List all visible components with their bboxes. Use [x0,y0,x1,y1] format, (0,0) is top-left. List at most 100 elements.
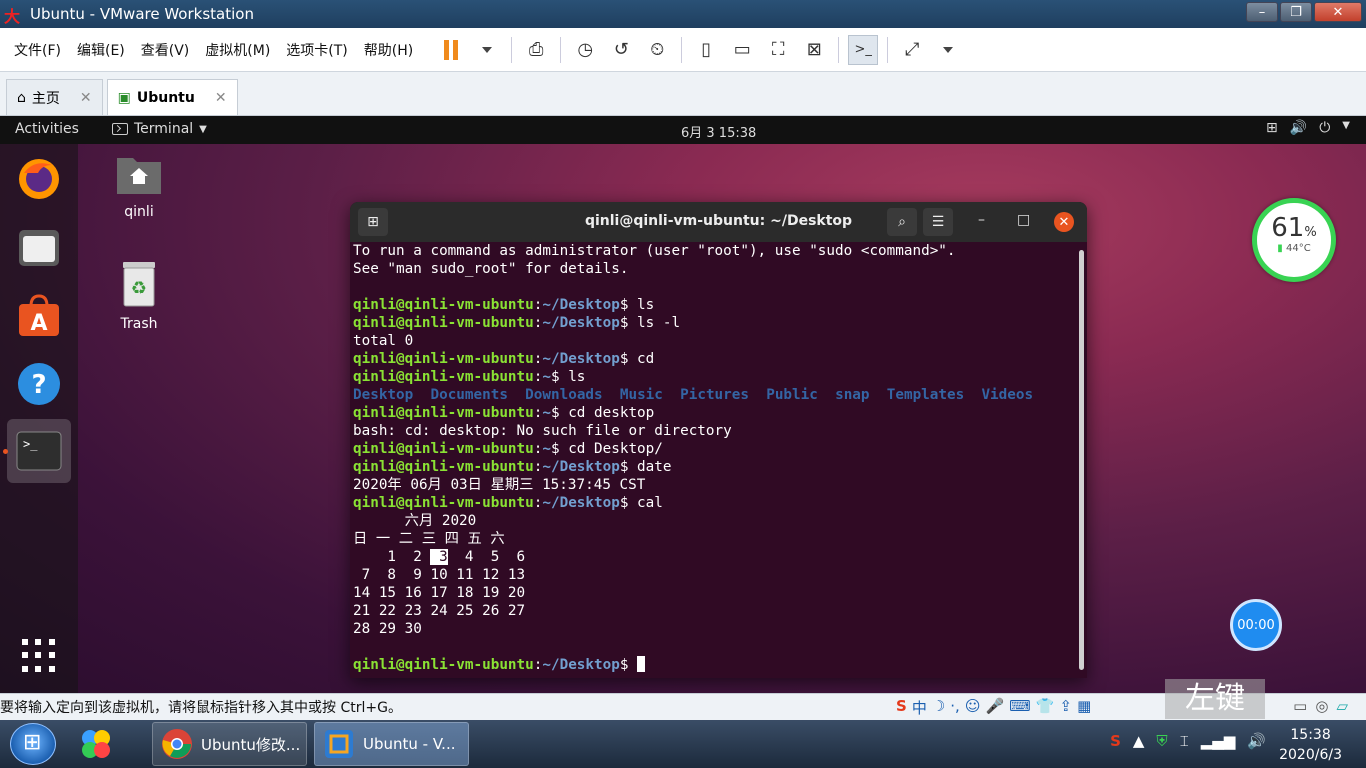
punctuation-icon[interactable]: ·, [950,697,960,718]
taskbar-app-vmware[interactable]: Ubuntu - V... [314,722,469,766]
sogou-tray-icon[interactable]: S [1110,732,1121,750]
vm-guest-screen[interactable]: Activities Terminal ▼ 6月 3 15:38 ⊞ 🔊 ⏻ ▼… [0,116,1366,693]
apps-icon[interactable]: ▦ [1077,697,1091,718]
close-icon[interactable]: ✕ [1054,212,1074,232]
revert-snapshot-button[interactable]: ↺ [606,35,636,65]
menu-vm[interactable]: 虚拟机(M) [205,40,270,60]
prompt-line: qinli@qinli-vm-ubuntu:~$ cd Desktop/ [353,441,663,457]
app-menu[interactable]: Terminal ▼ [112,121,207,137]
security-shield-icon[interactable]: ⛨ [1156,732,1167,750]
desktop-icon-label: Trash [120,316,158,332]
cpu-usage-widget[interactable]: 61% ▮ 44°C [1252,198,1336,282]
device-icons[interactable]: ▭ ◎ ▱ [1293,697,1348,715]
prompt-line: qinli@qinli-vm-ubuntu:~/Desktop$ ls [353,297,655,313]
sogou-ime-icon[interactable]: S [896,697,907,718]
directory-entry: Pictures [680,387,749,403]
menu-button[interactable]: ☰ [923,208,953,236]
show-library-button[interactable]: ▯ [691,35,721,65]
power-icon: ⏻ [1319,120,1331,136]
menu-view[interactable]: 查看(V) [141,40,190,60]
trash-icon: ♻ [123,262,155,307]
power-dropdown[interactable] [472,35,502,65]
vmware-toolbar: ⎙ ◷ ↺ ⏲ ▯ ▭ ⛶ ⊠ >_ ⤢ [433,34,966,65]
dock-help[interactable]: ? [15,360,63,408]
suspend-button[interactable] [436,35,466,65]
timer-widget[interactable]: 00:00 [1230,599,1282,651]
activities-button[interactable]: Activities [15,121,79,137]
clock-date: 2020/6/3 [1279,747,1342,763]
stretch-icon: ⤢ [905,39,920,60]
upload-icon[interactable]: ⇪ [1060,697,1073,718]
dock-terminal[interactable]: >_ [15,427,63,475]
taskbar-app-chrome[interactable]: Ubuntu修改... [152,722,307,766]
snapshot-manager-button[interactable]: ⏲ [642,35,672,65]
unity-button[interactable]: ⊠ [799,35,829,65]
snapshot-button[interactable]: ◷ [570,35,600,65]
gnome-clock[interactable]: 6月 3 15:38 [681,122,756,141]
menu-edit[interactable]: 编辑(E) [77,40,125,60]
directory-entry: Public [766,387,818,403]
dock-software[interactable]: A [15,292,63,340]
signal-icon[interactable]: ▂▄▆ [1201,732,1236,750]
terminal-header-bar[interactable]: ⊞ qinli@qinli-vm-ubuntu: ~/Desktop ⌕ ☰ –… [350,202,1087,242]
note-icon[interactable]: ▱ [1336,697,1348,715]
desktop-icon-trash[interactable]: ♻ Trash [99,260,179,332]
dock-firefox[interactable] [15,154,63,202]
windows-clock[interactable]: 15:38 2020/6/3 [1279,725,1342,765]
prompt-user: qinli@qinli-vm-ubuntu [353,495,534,511]
speaker-icon[interactable]: 🔊 [1247,732,1266,750]
moon-icon[interactable]: ☽ [932,697,945,718]
terminal-line: 2020年 06月 03日 星期三 15:37:45 CST [353,477,646,493]
close-button[interactable]: ✕ [1314,2,1362,22]
minimize-button[interactable]: – [1246,2,1278,22]
microphone-icon[interactable]: 🎤 [985,697,1004,718]
taskbar-app-label: Ubuntu - V... [363,735,456,753]
close-tab-icon[interactable]: ✕ [215,90,227,106]
ime-toolbar[interactable]: S 中 ☽ ·, ☺ 🎤 ⌨ 👕 ⇪ ▦ [896,697,1091,718]
usb-icon[interactable]: ⌶ [1180,732,1189,750]
stretch-button[interactable]: ⤢ [897,35,927,65]
maximize-icon[interactable]: □ [1017,212,1030,228]
terminal-output[interactable]: To run a command as administrator (user … [353,242,1073,674]
full-screen-button[interactable]: ⛶ [763,35,793,65]
dock-files[interactable] [15,224,63,272]
terminal-line: 21 22 23 24 25 26 27 [353,603,526,619]
chevron-up-icon[interactable]: ▲ [1133,732,1145,750]
search-button[interactable]: ⌕ [887,208,917,236]
desktop-icon-home[interactable]: qinli [99,152,179,220]
keyboard-icon[interactable]: ⌨ [1009,697,1031,718]
menu-tabs[interactable]: 选项卡(T) [286,40,347,60]
tab-label: Ubuntu [136,89,195,106]
windows-tray[interactable]: S ▲ ⛨ ⌶ ▂▄▆ 🔊 [1110,732,1266,750]
pinned-app[interactable] [76,726,116,762]
stretch-dropdown[interactable] [933,35,963,65]
svg-text:A: A [30,311,47,336]
terminal-window[interactable]: ⊞ qinli@qinli-vm-ubuntu: ~/Desktop ⌕ ☰ –… [350,202,1087,678]
minimize-icon[interactable]: – [978,212,985,228]
hdd-icon[interactable]: ▭ [1293,697,1307,715]
console-view-button[interactable]: >_ [848,34,879,65]
cd-icon[interactable]: ◎ [1315,697,1328,715]
prompt-line: qinli@qinli-vm-ubuntu:~/Desktop$ cal [353,495,663,511]
directory-entry: Templates [886,387,965,403]
terminal-line: 六月 2020 [353,513,477,529]
close-tab-icon[interactable]: ✕ [80,90,92,106]
menu-help[interactable]: 帮助(H) [364,40,413,60]
maximize-button[interactable]: ❐ [1280,2,1312,22]
chinese-mode-icon[interactable]: 中 [912,697,927,718]
prompt-line: qinli@qinli-vm-ubuntu:~$ cd desktop [353,405,655,421]
terminal-scrollbar[interactable] [1079,250,1084,670]
show-thumbnails-button[interactable]: ▭ [727,35,757,65]
send-ctrl-alt-del-button[interactable]: ⎙ [521,35,551,65]
system-tray[interactable]: ⊞ 🔊 ⏻ ▼ [1266,120,1350,136]
show-applications-button[interactable] [22,639,56,673]
menu-file[interactable]: 文件(F) [14,40,61,60]
user-icon[interactable]: 👕 [1036,697,1055,718]
emoji-icon[interactable]: ☺ [965,697,981,718]
start-button[interactable] [10,723,56,765]
network-icon: ⊞ [1266,120,1278,136]
tab-ubuntu[interactable]: ▣ Ubuntu ✕ [106,79,238,115]
prompt-line: qinli@qinli-vm-ubuntu:~/Desktop$ date [353,459,672,475]
tab-home[interactable]: ⌂ 主页 ✕ [6,79,103,115]
